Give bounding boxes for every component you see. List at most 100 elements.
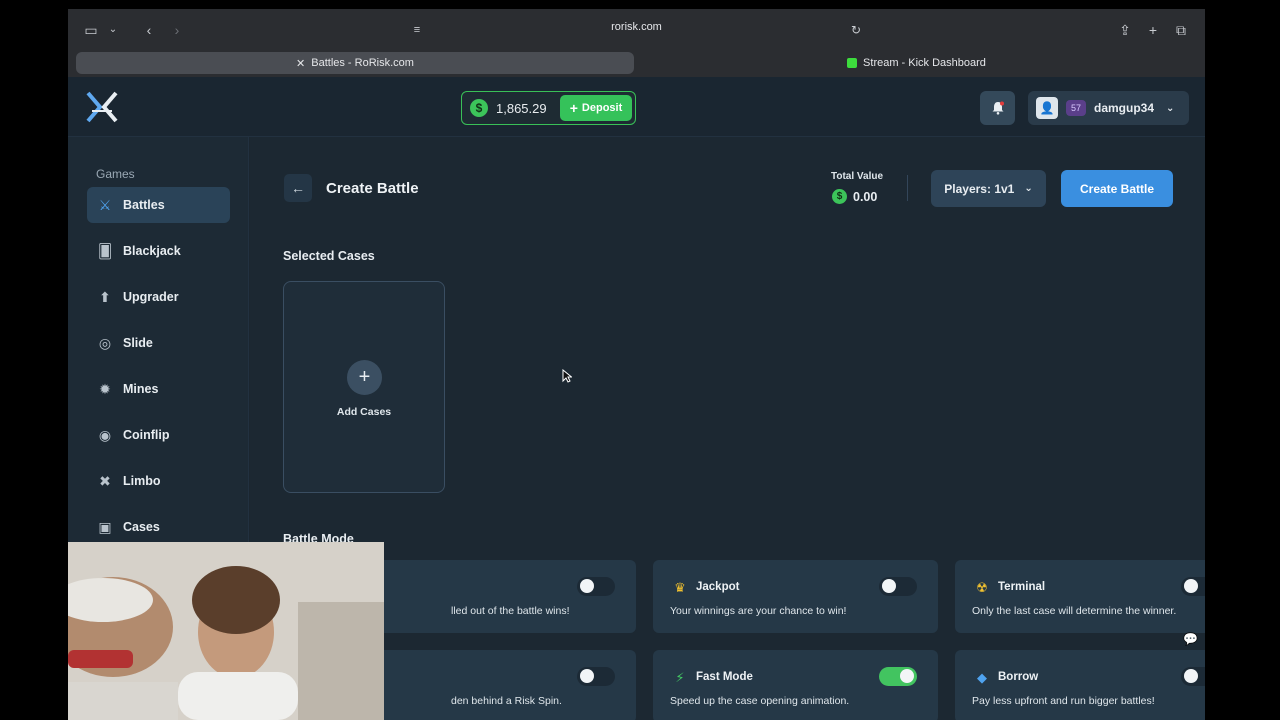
- cards-icon: 🂠: [97, 243, 113, 259]
- new-tab-icon[interactable]: +: [1144, 21, 1162, 39]
- lightning-icon: ⚡: [675, 670, 685, 685]
- browser-toolbar: ▭ ⌄ ‹ › ≡ rorisk.com ↻ ⇪ + ⧉: [68, 9, 1205, 51]
- mode-card-terminal: ☢ Terminal Only the last case will deter…: [955, 560, 1205, 633]
- dollar-coin-icon: $: [832, 189, 847, 204]
- add-cases-label: Add Cases: [336, 406, 392, 418]
- upgrade-icon: ⬆: [99, 289, 111, 305]
- notifications-button[interactable]: [980, 91, 1015, 125]
- coin-icon: ◉: [98, 427, 112, 443]
- balance-value: 1,865.29: [496, 100, 547, 116]
- limbo-icon: ✖: [99, 473, 111, 489]
- mode-name: Terminal: [998, 581, 1046, 593]
- mode-toggle-fast-mode[interactable]: [879, 667, 917, 686]
- mode-card-risk-spin: den behind a Risk Spin.: [351, 650, 636, 720]
- chevron-down-icon: ⌄: [1166, 102, 1175, 114]
- bell-icon: [992, 101, 1004, 115]
- deposit-button[interactable]: + Deposit: [560, 95, 632, 121]
- chat-icon[interactable]: 💬: [1183, 632, 1199, 648]
- mode-name: Fast Mode: [696, 671, 753, 683]
- mode-name: Borrow: [998, 671, 1039, 683]
- mode-toggle[interactable]: [577, 667, 615, 686]
- sidebar-section-title: Games: [96, 167, 135, 181]
- sidebar-item-label: Upgrader: [123, 290, 179, 304]
- players-label: Players:: [944, 181, 991, 196]
- players-select[interactable]: Players: 1v1 ⌄: [931, 170, 1046, 207]
- sidebar-item-battles[interactable]: ⚔ Battles: [87, 187, 230, 223]
- app-header: $ 1,865.29 + Deposit 👤 57 damgup34 ⌄: [68, 77, 1205, 137]
- crown-icon: ♛: [674, 580, 686, 595]
- selected-cases-title: Selected Cases: [283, 249, 375, 263]
- main-content: ← Create Battle Total Value $ 0.00 Playe…: [250, 137, 1205, 720]
- webcam-feed: [68, 542, 384, 720]
- mode-description: den behind a Risk Spin.: [451, 695, 562, 707]
- tab-label: Battles - RoRisk.com: [311, 57, 414, 69]
- sidebar-item-label: Cases: [123, 520, 160, 534]
- total-value-amount: 0.00: [853, 189, 878, 204]
- mouse-cursor-icon: [562, 369, 572, 383]
- balance-display: $ 1,865.29 + Deposit: [461, 91, 636, 125]
- chevron-down-icon: ⌄: [1024, 183, 1033, 194]
- mode-toggle-jackpot[interactable]: [879, 577, 917, 596]
- create-battle-button[interactable]: Create Battle: [1061, 170, 1173, 207]
- total-value: $ 0.00: [832, 189, 877, 204]
- sidebar-item-blackjack[interactable]: 🂠 Blackjack: [87, 233, 230, 269]
- share-icon[interactable]: ⇪: [1116, 21, 1134, 39]
- mode-description: Speed up the case opening animation.: [670, 695, 850, 707]
- tab-bar: ✕ Battles - RoRisk.com Stream - Kick Das…: [68, 51, 1205, 77]
- mode-description: lled out of the battle wins!: [451, 605, 570, 617]
- sidebar-item-limbo[interactable]: ✖ Limbo: [87, 463, 230, 499]
- sidebar-item-upgrader[interactable]: ⬆ Upgrader: [87, 279, 230, 315]
- divider: [907, 175, 908, 201]
- mode-description: Your winnings are your chance to win!: [670, 605, 847, 617]
- tab-kick-dashboard[interactable]: Stream - Kick Dashboard: [634, 52, 1199, 74]
- sidebar-item-label: Coinflip: [123, 428, 170, 442]
- avatar: 👤: [1036, 97, 1058, 119]
- mode-name: Jackpot: [696, 581, 740, 593]
- plus-icon[interactable]: +: [347, 360, 382, 395]
- username: damgup34: [1094, 101, 1155, 115]
- dollar-coin-icon: $: [470, 99, 488, 117]
- address-bar[interactable]: rorisk.com: [68, 21, 1205, 33]
- mode-toggle-terminal[interactable]: [1181, 577, 1205, 596]
- rorisk-favicon-icon: ✕: [296, 57, 306, 70]
- sidebar-item-label: Blackjack: [123, 244, 181, 258]
- sidebar-item-coinflip[interactable]: ◉ Coinflip: [87, 417, 230, 453]
- mode-card-fast-mode: ⚡ Fast Mode Speed up the case opening an…: [653, 650, 938, 720]
- deposit-label: Deposit: [581, 102, 623, 114]
- mode-description: Pay less upfront and run bigger battles!: [972, 695, 1155, 707]
- tabs-overview-icon[interactable]: ⧉: [1172, 21, 1190, 39]
- plus-icon: +: [569, 100, 578, 116]
- level-badge: 57: [1066, 100, 1086, 116]
- back-button[interactable]: ←: [284, 174, 312, 202]
- tab-label: Stream - Kick Dashboard: [863, 57, 986, 69]
- tab-battles[interactable]: ✕ Battles - RoRisk.com: [76, 52, 634, 74]
- ticket-icon: ◆: [977, 670, 987, 685]
- total-value-label: Total Value: [831, 171, 884, 182]
- mode-description: Only the last case will determine the wi…: [972, 605, 1177, 617]
- sidebar-item-label: Battles: [123, 198, 165, 212]
- add-cases-card[interactable]: + Add Cases: [283, 281, 445, 493]
- players-value: 1v1: [994, 181, 1015, 196]
- sidebar-item-cases[interactable]: ▣ Cases: [87, 509, 230, 545]
- sidebar-item-mines[interactable]: ✹ Mines: [87, 371, 230, 407]
- case-icon: ▣: [98, 519, 112, 535]
- rorisk-logo[interactable]: [84, 89, 120, 125]
- mode-card-last-chance: lled out of the battle wins!: [351, 560, 636, 633]
- slide-icon: ◎: [98, 335, 112, 351]
- swords-icon: ⚔: [98, 197, 112, 213]
- sidebar-item-slide[interactable]: ◎ Slide: [87, 325, 230, 361]
- reload-icon[interactable]: ↻: [847, 21, 865, 39]
- webcam-overlay: [68, 542, 384, 720]
- page-title: Create Battle: [326, 180, 419, 197]
- mode-card-jackpot: ♛ Jackpot Your winnings are your chance …: [653, 560, 938, 633]
- mine-icon: ✹: [99, 381, 111, 397]
- user-menu[interactable]: 👤 57 damgup34 ⌄: [1028, 91, 1189, 125]
- sidebar-item-label: Mines: [123, 382, 159, 396]
- arrow-left-icon: ←: [291, 180, 305, 196]
- mode-toggle[interactable]: [577, 577, 615, 596]
- sidebar-item-label: Slide: [123, 336, 153, 350]
- sidebar-item-label: Limbo: [123, 474, 161, 488]
- radiation-icon: ☢: [976, 580, 988, 595]
- kick-favicon-icon: [847, 58, 858, 68]
- mode-toggle-borrow[interactable]: [1181, 667, 1205, 686]
